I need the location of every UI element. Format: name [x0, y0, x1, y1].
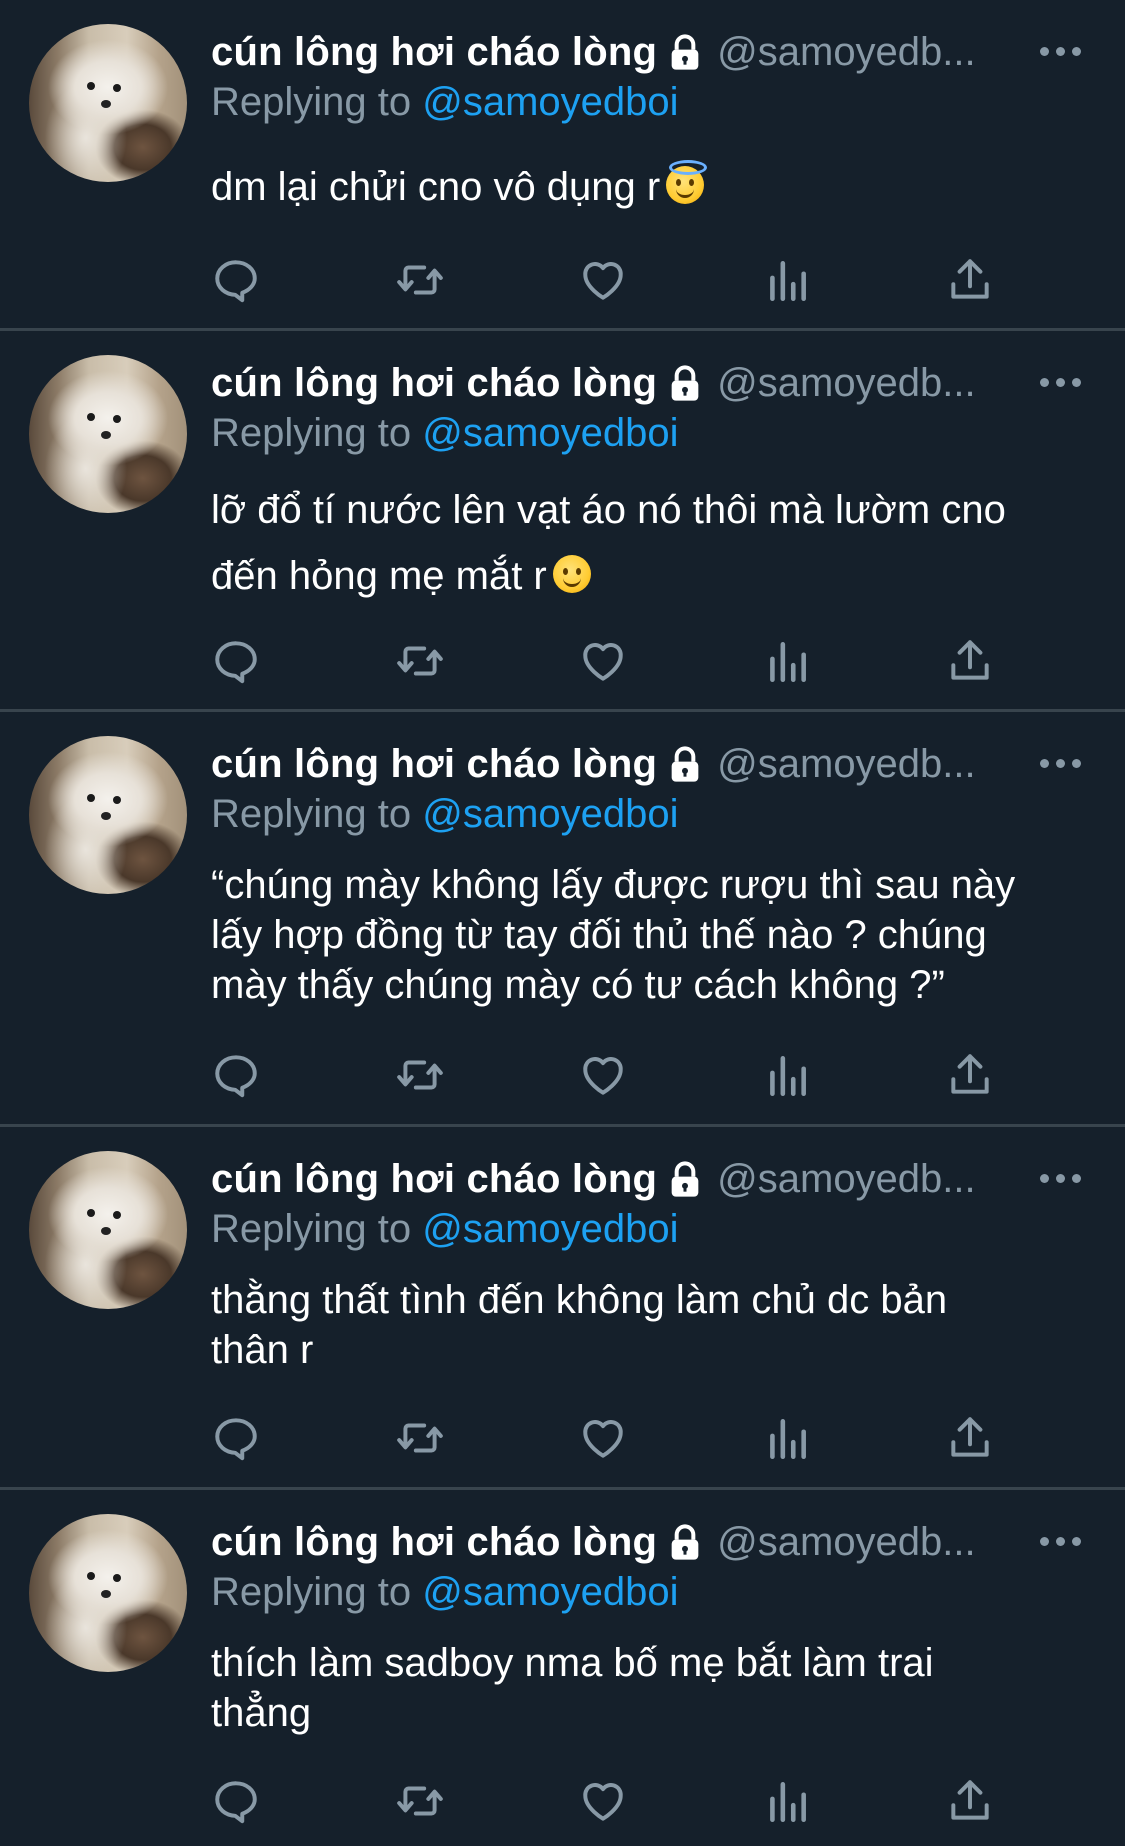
- tweet[interactable]: cún lông hơi cháo lòng @samoyedb... Reply…: [0, 712, 1125, 1126]
- lock-icon: [665, 1523, 705, 1563]
- tweet-text-line: dm lại chửi cno vô dụng r: [211, 165, 661, 209]
- lock-icon: [665, 745, 705, 785]
- mention-link[interactable]: @samoyedboi: [422, 411, 678, 455]
- tweet-actions: [211, 1050, 1091, 1100]
- tweet-text-line: thân r: [211, 1328, 314, 1372]
- tweet-actions: [211, 636, 1091, 686]
- share-icon[interactable]: [945, 1776, 995, 1826]
- tweet-text-line: thích làm sadboy nma bố mẹ bắt làm trai: [211, 1641, 934, 1685]
- tweet-text: dm lại chửi cno vô dụng r: [211, 160, 1091, 212]
- heart-icon[interactable]: [578, 1050, 628, 1100]
- tweet[interactable]: cún lông hơi cháo lòng @samoyedb... Reply…: [0, 331, 1125, 711]
- replying-prefix: Replying to: [211, 792, 412, 836]
- avatar[interactable]: [29, 24, 187, 182]
- tweet-text: thích làm sadboy nma bố mẹ bắt làm trai …: [211, 1638, 1091, 1738]
- tweet-actions: [211, 255, 1091, 305]
- avatar[interactable]: [29, 736, 187, 894]
- tweet-header: cún lông hơi cháo lòng @samoyedb...: [211, 742, 1091, 794]
- tweet-text-line: mày thấy chúng mày có tư cách không ?”: [211, 963, 945, 1007]
- slightly-smiling-face-emoji: [552, 555, 591, 593]
- username[interactable]: @samoyedb...: [717, 1157, 976, 1201]
- tweet-text-line: thằng thất tình đến không làm chủ dc bản: [211, 1278, 948, 1322]
- username[interactable]: @samoyedb...: [717, 361, 976, 405]
- share-icon[interactable]: [945, 1413, 995, 1463]
- replying-to: Replying to @samoyedboi: [211, 411, 679, 456]
- avatar[interactable]: [29, 1514, 187, 1672]
- display-name[interactable]: cún lông hơi cháo lòng: [211, 30, 657, 74]
- reply-icon[interactable]: [211, 1776, 261, 1826]
- lock-icon: [665, 364, 705, 404]
- reply-icon[interactable]: [211, 636, 261, 686]
- tweet-header: cún lông hơi cháo lòng @samoyedb...: [211, 1520, 1091, 1572]
- display-name[interactable]: cún lông hơi cháo lòng: [211, 742, 657, 786]
- replying-prefix: Replying to: [211, 1207, 412, 1251]
- replying-prefix: Replying to: [211, 80, 412, 124]
- avatar[interactable]: [29, 355, 187, 513]
- lock-icon: [665, 33, 705, 73]
- display-name[interactable]: cún lông hơi cháo lòng: [211, 361, 657, 405]
- tweet-text-line: thẳng: [211, 1691, 312, 1735]
- retweet-icon[interactable]: [395, 255, 445, 305]
- replying-to: Replying to @samoyedboi: [211, 792, 679, 837]
- analytics-icon[interactable]: [762, 1413, 812, 1463]
- display-name[interactable]: cún lông hơi cháo lòng: [211, 1157, 657, 1201]
- tweet-text-line: đến hỏng mẹ mắt r: [211, 554, 547, 598]
- replying-to: Replying to @samoyedboi: [211, 1570, 679, 1615]
- analytics-icon[interactable]: [762, 636, 812, 686]
- mention-link[interactable]: @samoyedboi: [422, 1570, 678, 1614]
- smiling-face-with-halo-emoji: [666, 160, 708, 204]
- replying-to: Replying to @samoyedboi: [211, 80, 679, 125]
- tweet-text-line: lỡ đổ tí nước lên vạt áo nó thôi mà lườm…: [211, 488, 1006, 532]
- analytics-icon[interactable]: [762, 1050, 812, 1100]
- heart-icon[interactable]: [578, 255, 628, 305]
- tweet-header: cún lông hơi cháo lòng @samoyedb...: [211, 1157, 1091, 1209]
- tweet-header: cún lông hơi cháo lòng @samoyedb...: [211, 361, 1091, 413]
- mention-link[interactable]: @samoyedboi: [422, 792, 678, 836]
- tweet-thread: cún lông hơi cháo lòng @samoyedb... Reply…: [0, 0, 1125, 1846]
- replying-prefix: Replying to: [211, 411, 412, 455]
- replying-to: Replying to @samoyedboi: [211, 1207, 679, 1252]
- tweet-actions: [211, 1413, 1091, 1463]
- tweet-header: cún lông hơi cháo lòng @samoyedb...: [211, 30, 1091, 82]
- share-icon[interactable]: [945, 1050, 995, 1100]
- tweet-text: thằng thất tình đến không làm chủ dc bản…: [211, 1275, 1091, 1375]
- reply-icon[interactable]: [211, 1050, 261, 1100]
- tweet[interactable]: cún lông hơi cháo lòng @samoyedb... Reply…: [0, 1127, 1125, 1489]
- display-name[interactable]: cún lông hơi cháo lòng: [211, 1520, 657, 1564]
- reply-icon[interactable]: [211, 1413, 261, 1463]
- analytics-icon[interactable]: [762, 1776, 812, 1826]
- retweet-icon[interactable]: [395, 1776, 445, 1826]
- more-dots-icon[interactable]: [1040, 1532, 1084, 1552]
- retweet-icon[interactable]: [395, 1413, 445, 1463]
- analytics-icon[interactable]: [762, 255, 812, 305]
- username[interactable]: @samoyedb...: [717, 742, 976, 786]
- tweet-text-line: lấy hợp đồng từ tay đối thủ thế nào ? ch…: [211, 913, 987, 957]
- mention-link[interactable]: @samoyedboi: [422, 80, 678, 124]
- reply-icon[interactable]: [211, 255, 261, 305]
- tweet[interactable]: cún lông hơi cháo lòng @samoyedb... Reply…: [0, 0, 1125, 330]
- share-icon[interactable]: [945, 636, 995, 686]
- username[interactable]: @samoyedb...: [717, 1520, 976, 1564]
- share-icon[interactable]: [945, 255, 995, 305]
- mention-link[interactable]: @samoyedboi: [422, 1207, 678, 1251]
- heart-icon[interactable]: [578, 1413, 628, 1463]
- lock-icon: [665, 1160, 705, 1200]
- tweet[interactable]: cún lông hơi cháo lòng @samoyedb... Reply…: [0, 1490, 1125, 1846]
- heart-icon[interactable]: [578, 636, 628, 686]
- tweet-actions: [211, 1776, 1091, 1826]
- retweet-icon[interactable]: [395, 1050, 445, 1100]
- retweet-icon[interactable]: [395, 636, 445, 686]
- username[interactable]: @samoyedb...: [717, 30, 976, 74]
- tweet-text: “chúng mày không lấy được rượu thì sau n…: [211, 860, 1091, 1010]
- more-dots-icon[interactable]: [1040, 42, 1084, 62]
- more-dots-icon[interactable]: [1040, 1169, 1084, 1189]
- avatar[interactable]: [29, 1151, 187, 1309]
- more-dots-icon[interactable]: [1040, 754, 1084, 774]
- tweet-text-line: “chúng mày không lấy được rượu thì sau n…: [211, 863, 1016, 907]
- tweet-text: lỡ đổ tí nước lên vạt áo nó thôi mà lườm…: [211, 477, 1091, 609]
- replying-prefix: Replying to: [211, 1570, 412, 1614]
- heart-icon[interactable]: [578, 1776, 628, 1826]
- more-dots-icon[interactable]: [1040, 373, 1084, 393]
